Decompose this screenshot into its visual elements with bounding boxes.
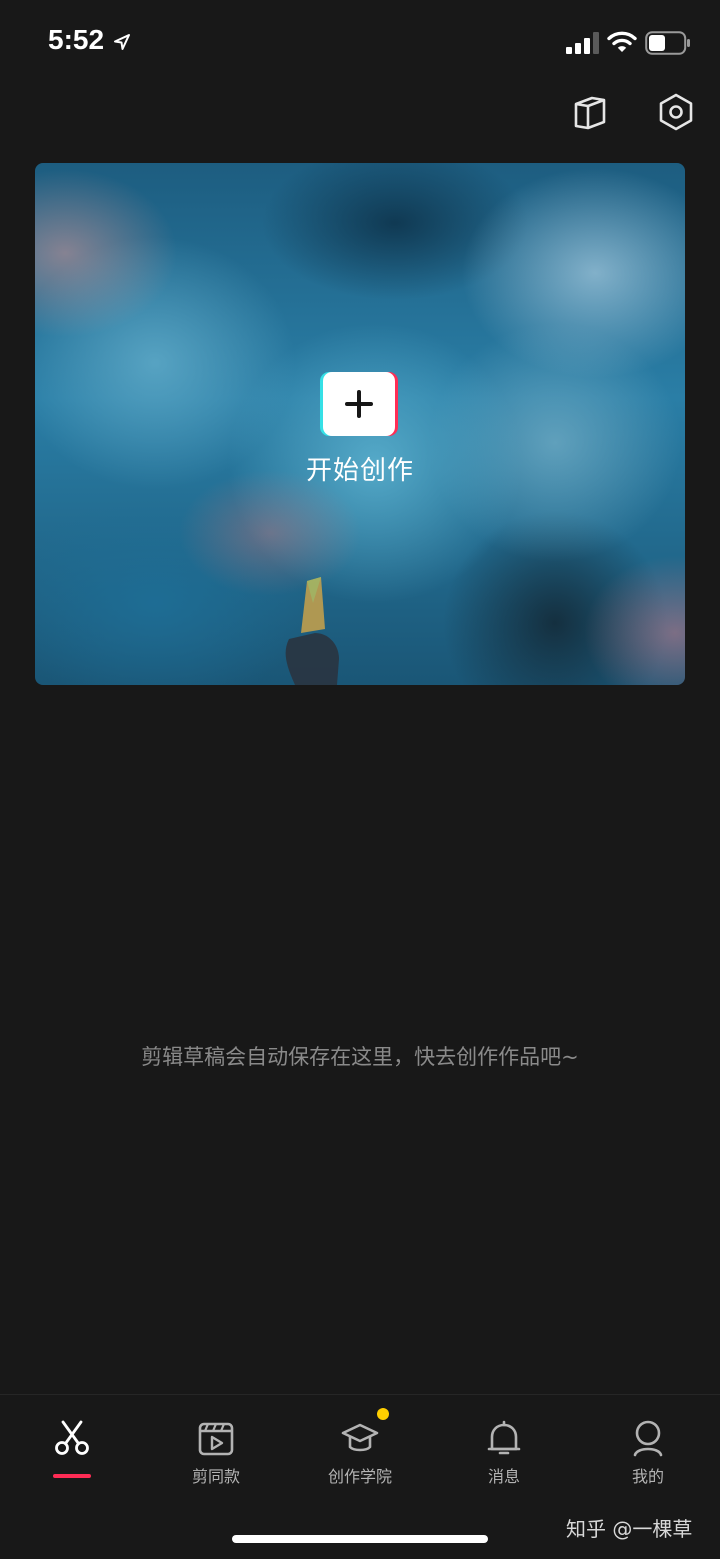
wifi-icon bbox=[607, 31, 637, 52]
start-creation-card[interactable]: 开始创作 bbox=[35, 163, 685, 685]
location-arrow-icon bbox=[114, 34, 130, 50]
status-bar: 5:52 bbox=[0, 0, 720, 86]
battery-icon bbox=[645, 31, 690, 55]
home-indicator[interactable] bbox=[232, 1535, 488, 1543]
empty-drafts-message: 剪辑草稿会自动保存在这里，快去创作作品吧~ bbox=[141, 1045, 579, 1069]
tab-label: 剪同款 bbox=[191, 1467, 240, 1486]
tab-academy[interactable]: 创作学院 bbox=[288, 1395, 432, 1495]
bell-icon bbox=[487, 1420, 521, 1455]
graduation-cap-icon bbox=[341, 1423, 379, 1452]
tab-edit[interactable] bbox=[0, 1395, 144, 1495]
person-icon bbox=[633, 1420, 663, 1457]
cellular-signal-icon bbox=[566, 32, 599, 54]
tab-label: 我的 bbox=[631, 1467, 664, 1486]
tutorial-book-icon[interactable] bbox=[570, 92, 610, 132]
tab-profile[interactable]: 我的 bbox=[576, 1395, 720, 1495]
tab-label: 创作学院 bbox=[327, 1467, 392, 1486]
tab-label: 消息 bbox=[487, 1467, 520, 1486]
academy-notification-dot bbox=[377, 1408, 389, 1420]
hand-holding-smoke-flare bbox=[285, 577, 339, 685]
active-tab-indicator bbox=[53, 1474, 91, 1478]
start-creation-label: 开始创作 bbox=[305, 456, 414, 486]
watermark: 知乎 @一棵草 bbox=[566, 1517, 693, 1541]
tab-messages[interactable]: 消息 bbox=[432, 1395, 576, 1495]
settings-hexagon-icon[interactable] bbox=[656, 92, 696, 132]
tab-templates[interactable]: 剪同款 bbox=[144, 1395, 288, 1495]
create-plus-button[interactable] bbox=[323, 372, 395, 436]
clapperboard-play-icon bbox=[198, 1422, 234, 1456]
status-time: 5:52 bbox=[48, 24, 105, 55]
scissors-icon bbox=[55, 1420, 89, 1455]
